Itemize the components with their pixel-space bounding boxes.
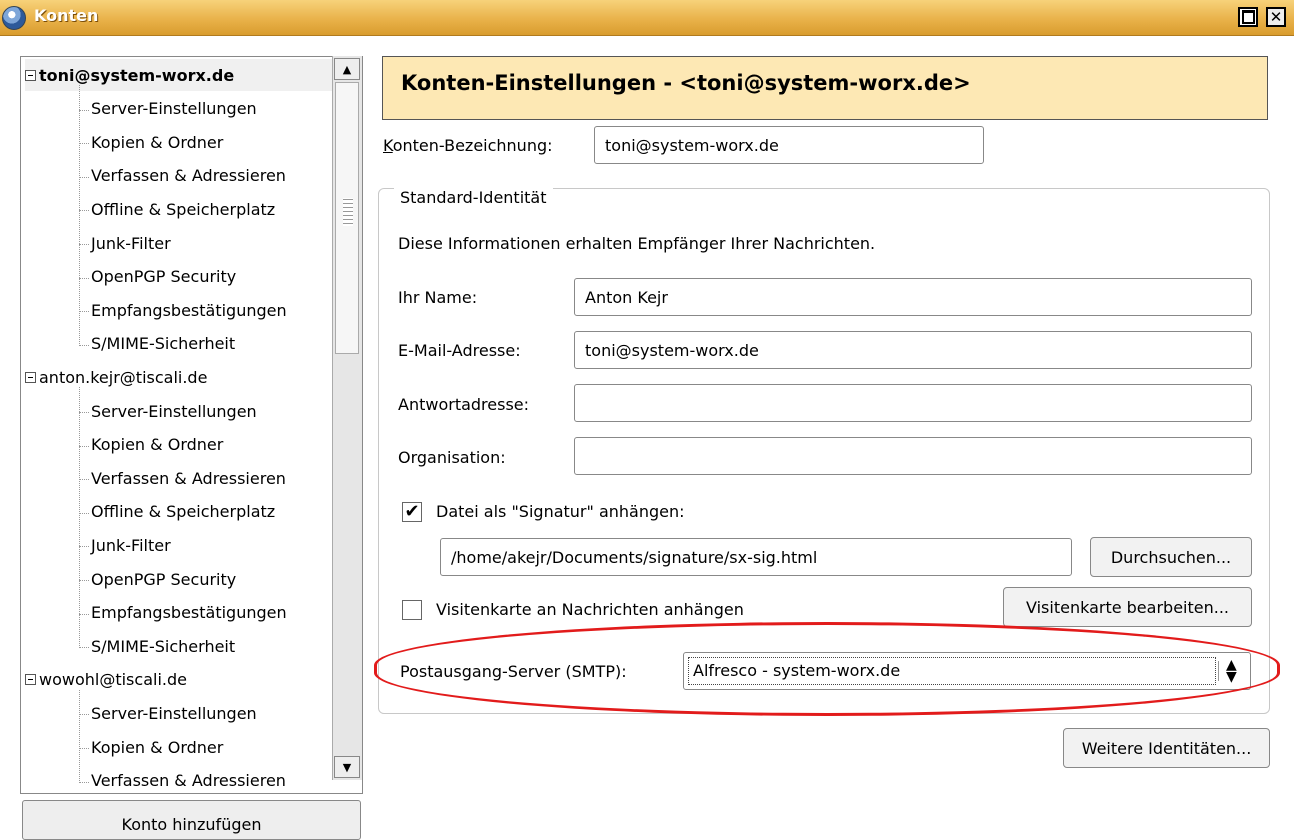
tree-item[interactable]: S/MIME-Sicherheit — [91, 630, 235, 662]
page-title: Konten-Einstellungen - <toni@system-worx… — [382, 56, 1268, 120]
browse-button[interactable]: Durchsuchen... — [1090, 537, 1252, 577]
tree-account[interactable]: wowohl@tiscali.de — [25, 664, 187, 696]
name-label: Ihr Name: — [398, 288, 478, 307]
tree-item[interactable]: Kopien & Ordner — [91, 731, 223, 763]
scroll-down-icon[interactable]: ▼ — [334, 756, 360, 778]
smtp-select[interactable]: Alfresco - system-worx.de ▲ ▼ — [683, 652, 1251, 690]
close-icon[interactable]: ✕ — [1266, 7, 1286, 27]
tree-item[interactable]: Server-Einstellungen — [91, 93, 257, 125]
vcard-label: Visitenkarte an Nachrichten anhängen — [436, 600, 744, 619]
tree-account[interactable]: toni@system-worx.de — [25, 59, 343, 91]
smtp-select-value: Alfresco - system-worx.de — [688, 657, 1216, 685]
name-input[interactable]: Anton Kejr — [574, 278, 1252, 316]
tree-item[interactable]: Server-Einstellungen — [91, 395, 257, 427]
tree-account-label: toni@system-worx.de — [39, 65, 235, 85]
tree-scrollbar[interactable]: ▲ ▼ — [332, 56, 362, 780]
tree-item[interactable]: Empfangsbestätigungen — [91, 294, 287, 326]
maximize-icon[interactable] — [1238, 7, 1258, 27]
tree-item[interactable]: Offline & Speicherplatz — [91, 496, 275, 528]
tree-item[interactable]: Verfassen & Adressieren — [91, 462, 286, 494]
tree-item[interactable]: Junk-Filter — [91, 529, 171, 561]
tree-account-label: wowohl@tiscali.de — [39, 670, 187, 690]
tree-item[interactable]: Kopien & Ordner — [91, 429, 223, 461]
collapse-icon[interactable] — [25, 674, 36, 686]
tree-item[interactable]: S/MIME-Sicherheit — [91, 328, 235, 360]
scroll-thumb[interactable] — [335, 82, 359, 354]
tree-item[interactable]: Server-Einstellungen — [91, 697, 257, 729]
collapse-icon[interactable] — [25, 371, 36, 383]
account-name-label: Konten-Bezeichnung: — [383, 136, 553, 155]
signature-checkbox[interactable]: ✔ — [402, 502, 422, 522]
signature-label: Datei als "Signatur" anhängen: — [436, 502, 685, 521]
identity-group-legend: Standard-Identität — [394, 188, 553, 208]
tree-item[interactable]: Kopien & Ordner — [91, 126, 223, 158]
tree-account[interactable]: anton.kejr@tiscali.de — [25, 361, 207, 393]
tree-account-label: anton.kejr@tiscali.de — [39, 367, 208, 387]
add-account-button[interactable]: Konto hinzufügen — [22, 800, 361, 840]
vcard-checkbox[interactable] — [402, 600, 422, 620]
email-label: E-Mail-Adresse: — [398, 341, 521, 360]
account-name-input[interactable]: toni@system-worx.de — [594, 126, 984, 164]
tree-item[interactable]: Verfassen & Adressieren — [91, 160, 286, 192]
signature-path-input[interactable]: /home/akejr/Documents/signature/sx-sig.h… — [440, 538, 1072, 576]
smtp-label: Postausgang-Server (SMTP): — [400, 662, 627, 681]
tree-item[interactable]: OpenPGP Security — [91, 563, 236, 595]
tree-item[interactable]: Empfangsbestätigungen — [91, 597, 287, 629]
organization-input[interactable] — [574, 437, 1252, 475]
reply-to-label: Antwortadresse: — [398, 395, 530, 414]
updown-arrows-icon: ▲ ▼ — [1226, 657, 1237, 685]
email-input[interactable]: toni@system-worx.de — [574, 331, 1252, 369]
tree-item[interactable]: Offline & Speicherplatz — [91, 193, 275, 225]
organization-label: Organisation: — [398, 448, 506, 467]
scroll-up-icon[interactable]: ▲ — [334, 58, 360, 80]
tree-item[interactable]: Verfassen & Adressieren — [91, 765, 286, 793]
window-title: Konten — [34, 6, 99, 25]
account-tree: toni@system-worx.de Server-Einstellungen K… — [20, 56, 363, 794]
edit-vcard-button[interactable]: Visitenkarte bearbeiten... — [1003, 587, 1252, 627]
tree-item[interactable]: Junk-Filter — [91, 227, 171, 259]
collapse-icon[interactable] — [25, 69, 36, 81]
identity-info-text: Diese Informationen erhalten Empfänger I… — [398, 234, 876, 253]
app-icon — [2, 6, 26, 30]
window-titlebar: Konten ✕ — [0, 0, 1294, 36]
tree-item[interactable]: OpenPGP Security — [91, 261, 236, 293]
more-identities-button[interactable]: Weitere Identitäten... — [1063, 728, 1270, 768]
reply-to-input[interactable] — [574, 384, 1252, 422]
